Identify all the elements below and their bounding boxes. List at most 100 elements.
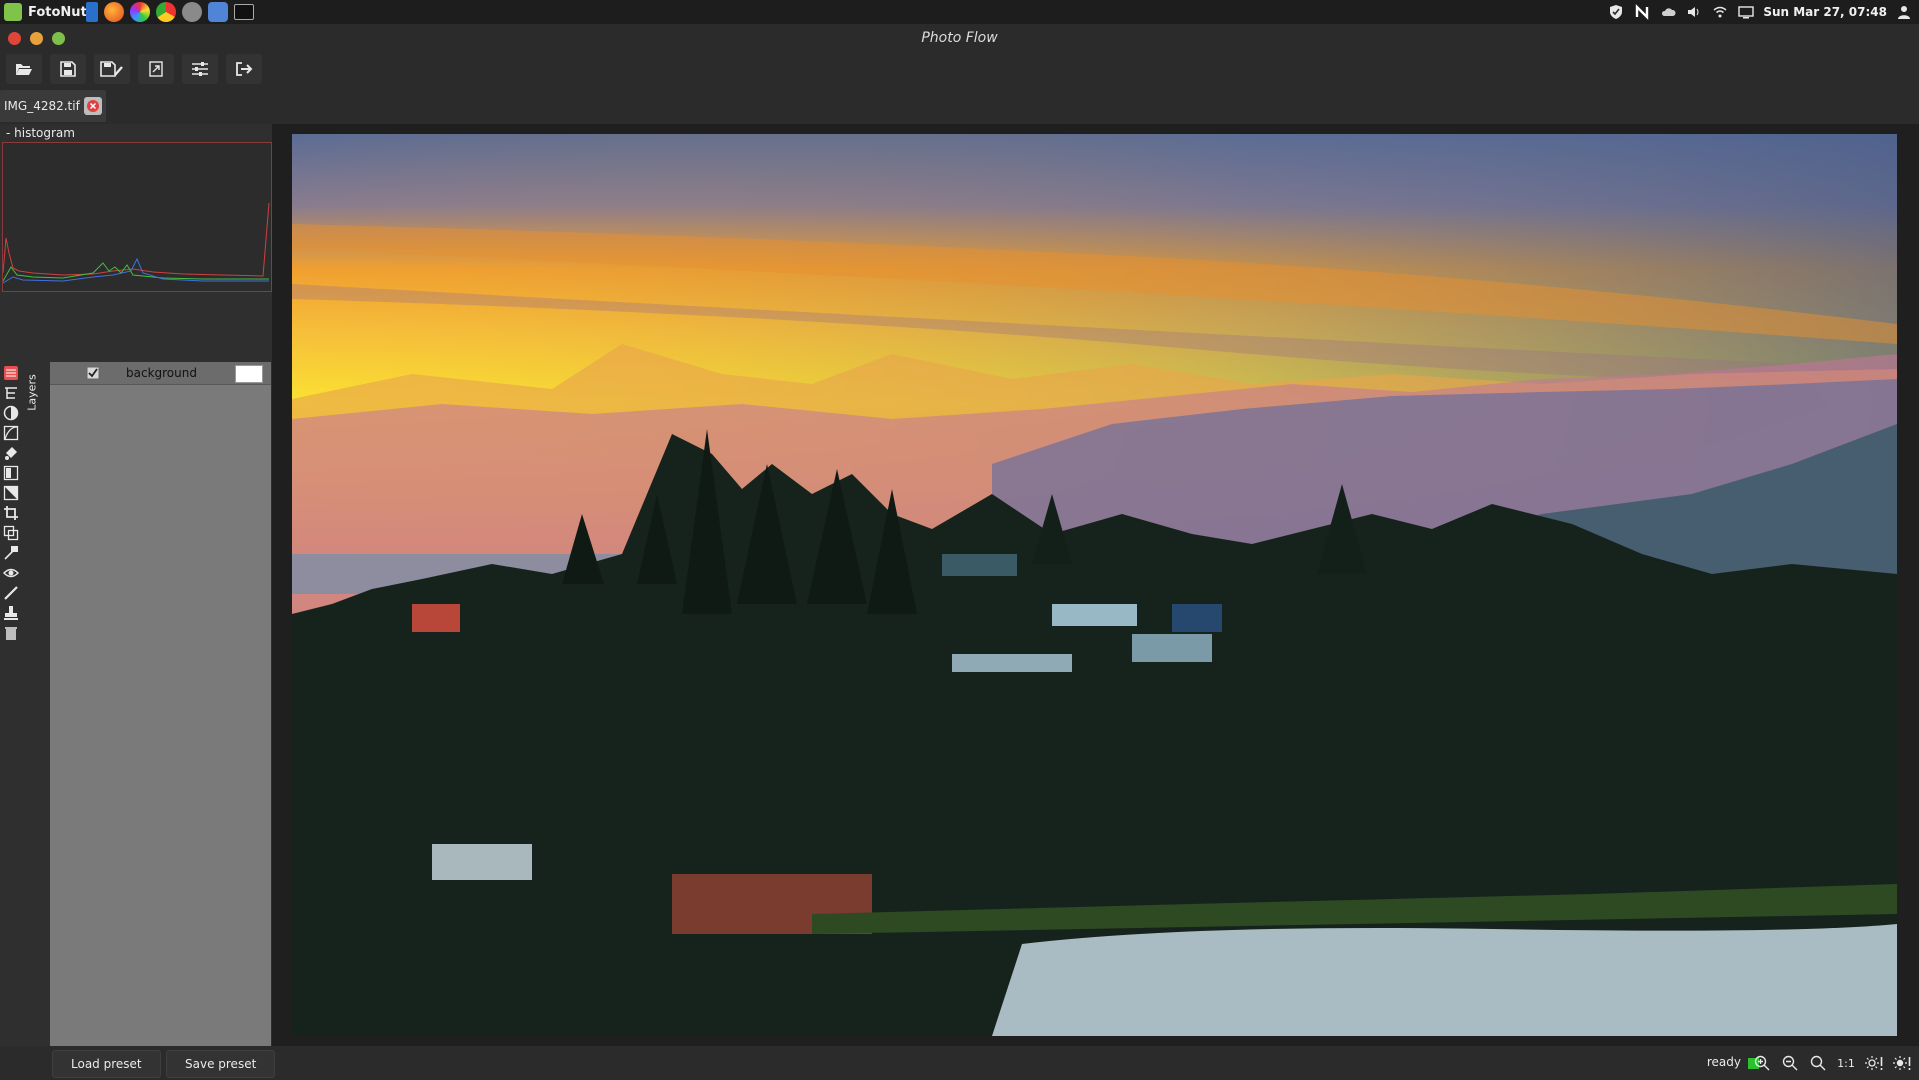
pencil-icon <box>4 586 18 600</box>
left-panel: - histogram Layers background <box>0 124 272 1046</box>
gradient-icon <box>3 465 19 481</box>
mask-tool[interactable] <box>2 484 20 502</box>
chrome-icon[interactable] <box>156 2 176 22</box>
color-wheel-icon[interactable] <box>130 2 150 22</box>
clock[interactable]: Sun Mar 27, 07:48 <box>1763 5 1887 19</box>
launcher-bar <box>86 2 254 22</box>
volume-icon[interactable] <box>1685 4 1703 20</box>
media-player-icon[interactable] <box>208 2 228 22</box>
shield-icon[interactable] <box>1607 4 1625 20</box>
export-button[interactable] <box>138 54 174 84</box>
contrast-icon <box>3 405 19 421</box>
system-tray: Sun Mar 27, 07:48 <box>1607 2 1913 22</box>
trash-icon <box>5 627 17 640</box>
histogram-green-curve <box>3 262 269 282</box>
photo-preview[interactable] <box>292 134 1897 1036</box>
zoom-fit-icon <box>1810 1055 1826 1071</box>
image-canvas[interactable] <box>272 124 1919 1046</box>
histogram <box>2 142 272 292</box>
layers-tool[interactable] <box>2 364 20 382</box>
eye-icon <box>3 568 19 578</box>
zoom-out-button[interactable] <box>1779 1052 1801 1074</box>
tool-palette <box>2 364 24 644</box>
clone-tool[interactable] <box>2 544 20 562</box>
transform-tool[interactable] <box>2 524 20 542</box>
save-as-icon <box>100 61 123 77</box>
app-name: FotoNut <box>28 4 87 20</box>
shadows-warning-button[interactable] <box>1863 1052 1885 1074</box>
open-button[interactable] <box>6 54 42 84</box>
settings-button[interactable] <box>182 54 218 84</box>
bottom-bar: Load preset Save preset ready 1:1 <box>0 1046 1919 1080</box>
load-preset-button[interactable]: Load preset <box>52 1050 161 1078</box>
main-toolbar <box>0 52 1919 86</box>
brightness-contrast-tool[interactable] <box>2 404 20 422</box>
image-tabs: IMG_4282.tif <box>0 90 300 122</box>
layers-tab[interactable]: Layers <box>25 364 46 424</box>
exit-button[interactable] <box>226 54 262 84</box>
cloud-icon[interactable] <box>1659 4 1677 20</box>
curves-icon <box>3 425 19 441</box>
window-title: Photo Flow <box>921 30 998 46</box>
export-icon <box>149 61 163 77</box>
mask-icon <box>3 485 19 501</box>
zoom-in-icon <box>1754 1055 1770 1071</box>
display-icon[interactable] <box>1737 4 1755 20</box>
wifi-icon[interactable] <box>1711 4 1729 20</box>
status-text: ready <box>1706 1055 1741 1069</box>
zoom-out-icon <box>1782 1055 1798 1071</box>
curves-tool[interactable] <box>2 424 20 442</box>
zoom-in-button[interactable] <box>1751 1052 1773 1074</box>
histogram-toggle[interactable]: - histogram <box>6 126 75 140</box>
bucket-icon <box>5 447 17 460</box>
stamp-icon <box>4 606 18 620</box>
tab-filename: IMG_4282.tif <box>4 99 80 113</box>
arrow-icon <box>4 546 18 560</box>
tree-icon <box>5 387 17 399</box>
layer-visibility-checkbox[interactable] <box>86 366 100 380</box>
delete-layer-tool[interactable] <box>2 624 20 642</box>
stamp-tool[interactable] <box>2 604 20 622</box>
files-icon[interactable] <box>86 2 98 22</box>
save-icon <box>60 61 76 77</box>
layer-list: background <box>50 362 271 1046</box>
crop-icon <box>4 506 18 520</box>
layer-name: background <box>126 366 197 380</box>
zoom-fit-button[interactable] <box>1807 1052 1829 1074</box>
exit-icon <box>236 62 253 76</box>
layers-tab-label: Layers <box>25 374 39 411</box>
folder-open-icon <box>16 64 32 75</box>
red-eye-tool[interactable] <box>2 564 20 582</box>
save-preset-button[interactable]: Save preset <box>166 1050 276 1078</box>
sun-warning-icon <box>1865 1056 1883 1070</box>
highlights-warning-button[interactable] <box>1891 1052 1913 1074</box>
window-title-bar: Photo Flow <box>0 24 1919 52</box>
layer-mask-thumbnail[interactable] <box>235 365 263 383</box>
n-app-icon[interactable] <box>1633 4 1651 20</box>
gimp-icon[interactable] <box>182 2 202 22</box>
transform-icon <box>3 525 19 541</box>
image-tab[interactable]: IMG_4282.tif <box>0 90 106 122</box>
app-menu[interactable]: FotoNut <box>4 2 87 22</box>
crop-tool[interactable] <box>2 504 20 522</box>
firefox-icon[interactable] <box>104 2 124 22</box>
close-tab-button[interactable] <box>83 97 102 115</box>
draw-tool[interactable] <box>2 584 20 602</box>
layers-icon <box>4 366 18 380</box>
layer-row[interactable]: background <box>50 362 271 385</box>
system-top-bar: FotoNut Sun Mar 27, 07:48 <box>0 0 1919 24</box>
histogram-red-curve <box>3 202 270 277</box>
close-icon <box>86 100 99 112</box>
terminal-icon[interactable] <box>234 4 254 20</box>
zoom-controls: 1:1 <box>1751 1052 1913 1074</box>
color-tool[interactable] <box>2 444 20 462</box>
zoom-actual-button[interactable]: 1:1 <box>1835 1052 1857 1074</box>
fotonut-app-icon <box>4 3 22 21</box>
save-as-button[interactable] <box>94 54 130 84</box>
levels-tool[interactable] <box>2 384 20 402</box>
gradient-tool[interactable] <box>2 464 20 482</box>
sun-filled-warning-icon <box>1893 1056 1911 1070</box>
save-button[interactable] <box>50 54 86 84</box>
user-icon[interactable] <box>1895 4 1913 20</box>
sliders-icon <box>192 62 208 76</box>
